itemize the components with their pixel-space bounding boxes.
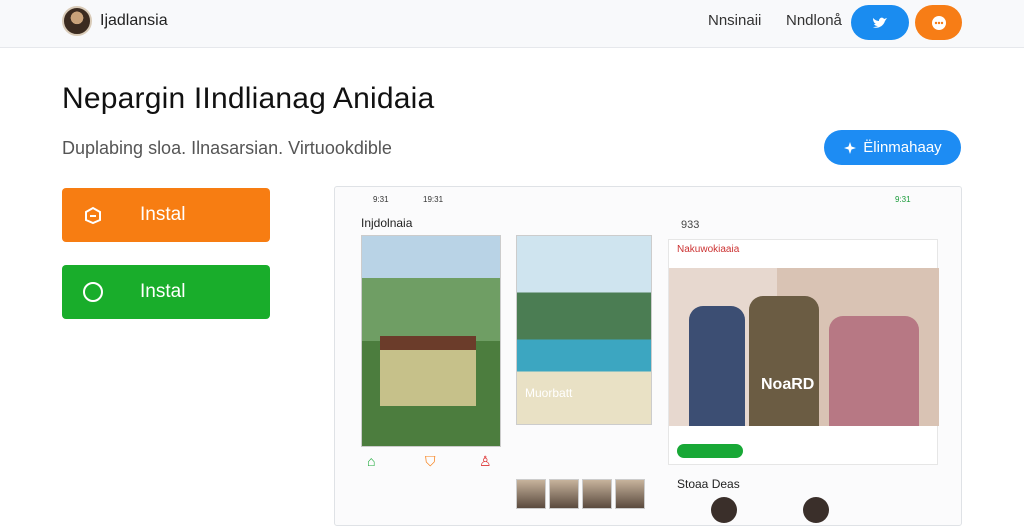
nav-link-1[interactable]: Nnsinaii xyxy=(708,12,761,29)
beach-image[interactable]: Muorbatt xyxy=(516,235,652,425)
status-time-3: 9:31 xyxy=(895,195,911,204)
person-figure xyxy=(829,316,919,426)
primary-cta-button[interactable]: Ëlinmahaay xyxy=(824,130,961,165)
right-time: 933 xyxy=(681,219,700,231)
house-illustration xyxy=(380,336,476,406)
thumbnail-3[interactable] xyxy=(582,479,612,509)
news-card-header: Nakuwokiaaia xyxy=(677,244,740,255)
person-figure xyxy=(749,296,819,426)
avatar[interactable] xyxy=(803,497,829,523)
avatar[interactable] xyxy=(711,497,737,523)
brand[interactable]: Ijadlansia xyxy=(62,6,168,36)
nav-link-2[interactable]: Nndlonå xyxy=(786,12,842,29)
package-icon xyxy=(85,206,101,225)
install-button-orange[interactable]: Instal xyxy=(62,188,270,242)
follow-button[interactable] xyxy=(677,444,743,458)
avatar xyxy=(62,6,92,36)
thumbnail-2[interactable] xyxy=(549,479,579,509)
install-label-green: Instal xyxy=(140,281,186,302)
install-button-green[interactable]: Instal xyxy=(62,265,270,319)
status-time-1: 9:31 xyxy=(373,195,389,204)
chat-button[interactable] xyxy=(915,5,962,40)
cta-label: Ëlinmahaay xyxy=(863,139,942,156)
people-photo: NoaRD xyxy=(669,268,939,426)
twitter-icon xyxy=(873,17,887,28)
page-title: Nepargin IIndlianag Anidaia xyxy=(62,82,435,115)
sparkle-icon xyxy=(844,141,857,154)
brand-name: Ijadlansia xyxy=(100,12,168,29)
twitter-button[interactable] xyxy=(851,5,909,40)
status-time-2: 19:31 xyxy=(423,195,444,204)
app-screenshot-mockup: 9:31 19:31 9:31 Injdolnaia Muorbatt ⌂ ⛉ … xyxy=(334,186,962,526)
top-navigation-bar: Ijadlansia Nnsinaii Nndlonå xyxy=(0,0,1024,48)
home-icon[interactable]: ⌂ xyxy=(367,453,375,469)
section-label: Stoaa Deas xyxy=(677,477,740,491)
beach-caption: Muorbatt xyxy=(525,386,573,400)
person-figure xyxy=(689,306,745,426)
photo-caption: NoaRD xyxy=(761,376,815,393)
install-label-orange: Instal xyxy=(140,204,186,225)
news-card[interactable]: Nakuwokiaaia NoaRD xyxy=(668,239,939,465)
bookmark-icon[interactable]: ⛉ xyxy=(425,453,436,470)
mockup-page-title: Injdolnaia xyxy=(361,216,413,230)
thumbnail-4[interactable] xyxy=(615,479,645,509)
circle-icon xyxy=(83,282,103,302)
chat-icon xyxy=(931,15,946,30)
landscape-image[interactable] xyxy=(361,235,501,447)
page-subtitle: Duplabing sloa. Ilnasarsian. Virtuookdib… xyxy=(62,138,392,158)
thumbnail-1[interactable] xyxy=(516,479,546,509)
profile-icon[interactable]: ♙ xyxy=(479,453,492,470)
